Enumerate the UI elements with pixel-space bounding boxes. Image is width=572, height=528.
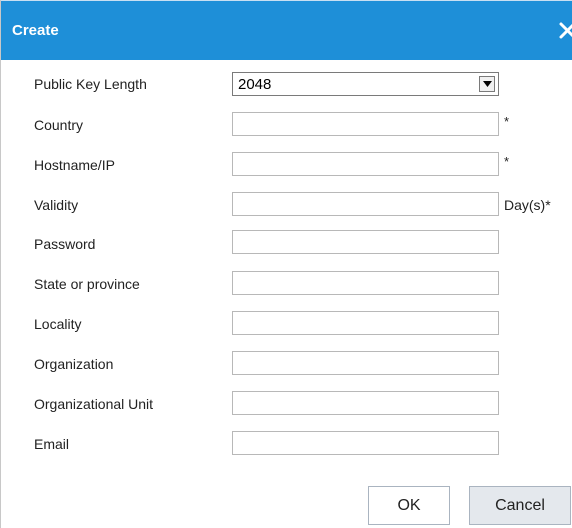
validity-field[interactable] (232, 192, 499, 216)
organization-label: Organization (34, 356, 114, 372)
email-field[interactable] (232, 431, 499, 455)
public-key-length-select[interactable]: 2048 (232, 72, 499, 96)
close-icon[interactable] (558, 20, 572, 42)
dialog-titlebar: Create (1, 0, 572, 60)
ok-button[interactable]: OK (368, 486, 450, 525)
hostname-label: Hostname/IP (34, 157, 115, 173)
dialog-title: Create (12, 22, 59, 39)
public-key-length-label: Public Key Length (34, 76, 147, 92)
locality-label: Locality (34, 316, 82, 332)
country-required-mark: * (504, 114, 510, 129)
password-field[interactable] (232, 230, 499, 254)
country-field[interactable] (232, 112, 499, 136)
state-field[interactable] (232, 271, 499, 295)
organization-field[interactable] (232, 351, 499, 375)
hostname-field[interactable] (232, 152, 499, 176)
locality-field[interactable] (232, 311, 499, 335)
state-label: State or province (34, 276, 140, 292)
org-unit-label: Organizational Unit (34, 396, 154, 412)
cancel-button[interactable]: Cancel (469, 486, 571, 525)
chevron-down-icon[interactable] (479, 76, 495, 92)
password-label: Password (34, 236, 96, 252)
country-label: Country (34, 117, 84, 133)
create-dialog: Create Public Key Length 2048 Country * … (0, 0, 572, 528)
org-unit-field[interactable] (232, 391, 499, 415)
hostname-required-mark: * (504, 154, 510, 169)
validity-label: Validity (34, 197, 79, 213)
validity-unit: Day(s)* (504, 197, 551, 213)
email-label: Email (34, 436, 70, 452)
public-key-length-value: 2048 (238, 76, 272, 93)
